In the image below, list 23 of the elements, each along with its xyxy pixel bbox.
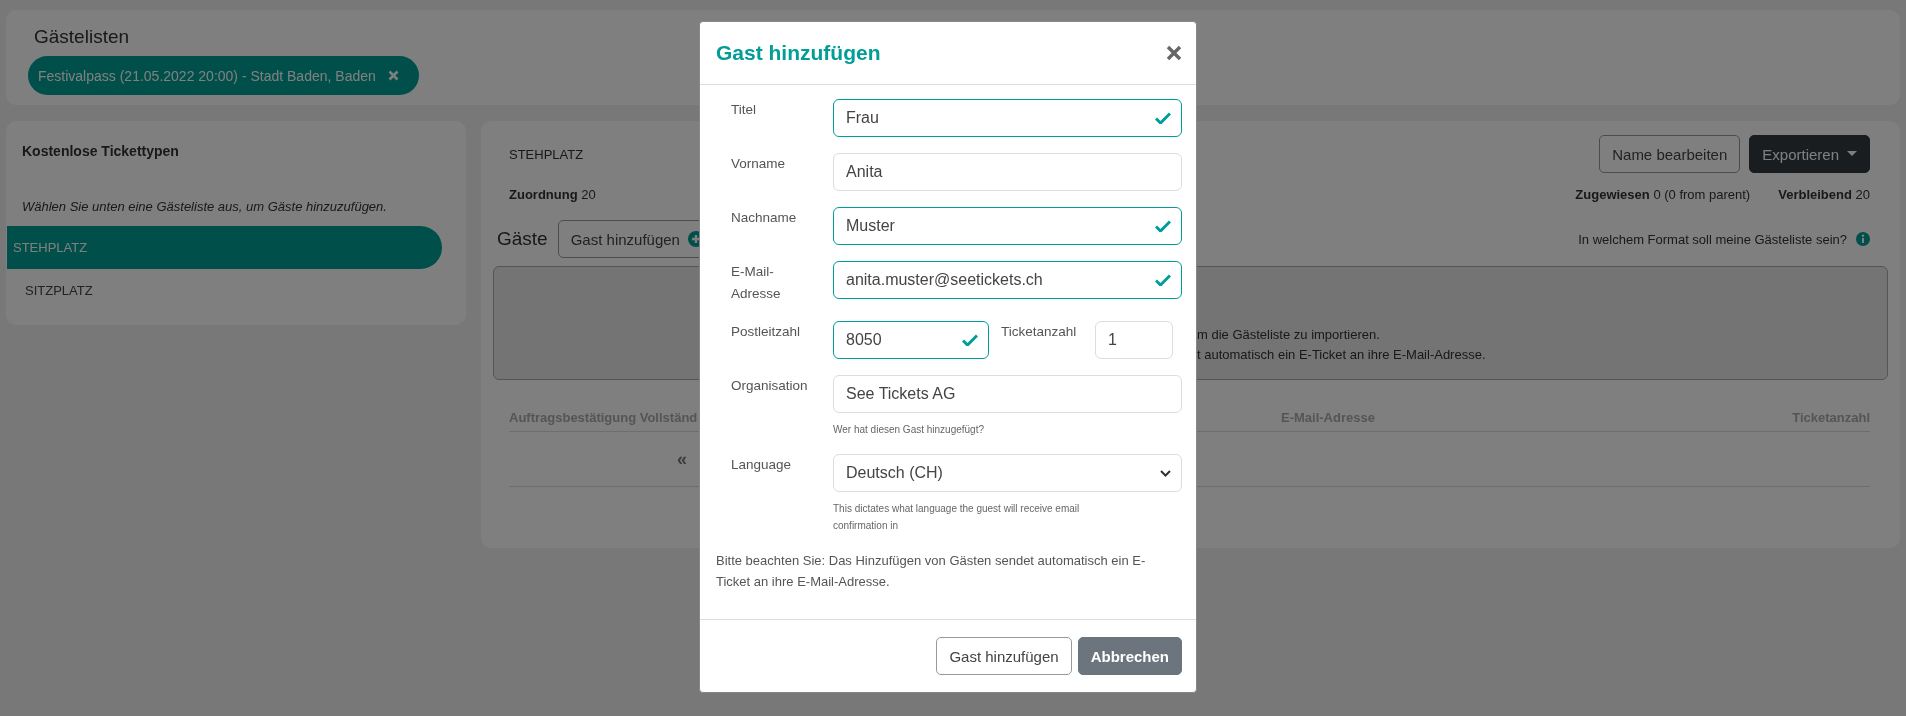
field-label: Organisation: [731, 377, 809, 395]
allocation-text: Zuordnung 20: [509, 187, 596, 202]
help-text: Wer hat diesen Gast hinzugefügt?: [833, 423, 986, 437]
field-label: Nachname: [731, 209, 798, 227]
assigned-text: Zugewiesen 0 (0 from parent): [1575, 187, 1751, 202]
remaining-text: Verbleibend 20: [1778, 187, 1870, 202]
page-title: Gästelisten: [34, 26, 131, 48]
sidebar-hint: Wählen Sie unten eine Gästeliste aus, um Gäste hinzuzufügen.: [22, 199, 387, 214]
dialog-title: Gast hinzufügen: [716, 41, 881, 65]
field-label: E-Mail-Adresse: [731, 263, 782, 303]
field-label: Ticketanzahl: [1001, 323, 1078, 341]
panel-title: STEHPLATZ: [509, 146, 584, 162]
sidebar-title: Kostenlose Tickettypen: [22, 143, 180, 159]
dropzone-text: t automatisch ein E-Ticket an ihre E-Mail-Adresse.: [1197, 346, 1486, 364]
dropzone-text: m die Gästeliste zu importieren.: [1197, 326, 1380, 344]
help-text: This dictates what language the guest will receive email confirmation in: [833, 502, 1081, 533]
guests-label: Gäste: [497, 228, 548, 250]
notice-text: Bitte beachten Sie: Das Hinzufügen von Gästen sendet automatisch ein E-Ticket an ihre E-Mail-Adresse.: [716, 552, 1147, 591]
field-label: Postleitzahl: [731, 323, 802, 341]
format-question: In welchem Format soll meine Gästeliste sein?: [1578, 231, 1847, 247]
field-label: Titel: [731, 101, 757, 119]
field-label: Language: [731, 456, 793, 474]
field-label: Vorname: [731, 155, 787, 173]
